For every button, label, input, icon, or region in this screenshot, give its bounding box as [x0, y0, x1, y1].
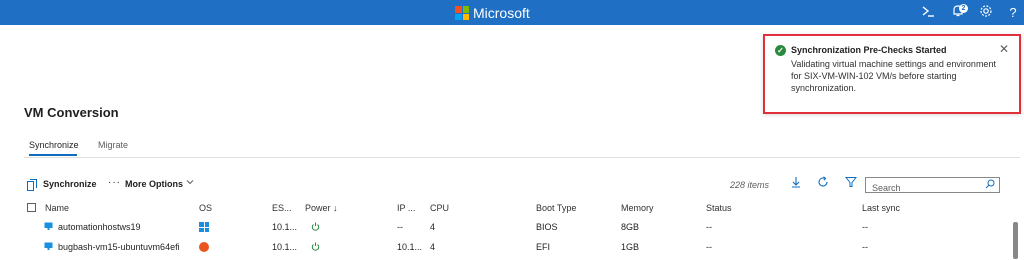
table-row[interactable]: automationhostws19 10.1... -- 4 BIOS 8GB… — [0, 218, 1024, 240]
settings-icon[interactable] — [977, 4, 995, 22]
boot-type: EFI — [536, 242, 551, 252]
vertical-scrollbar[interactable] — [1013, 222, 1018, 259]
selected-tab-indicator — [29, 154, 77, 156]
notifications-icon[interactable]: 2 — [949, 4, 968, 22]
microsoft-logo-icon — [455, 6, 469, 20]
column-header-status[interactable]: Status — [706, 203, 732, 213]
boot-type: BIOS — [536, 222, 558, 232]
close-icon[interactable]: ✕ — [999, 42, 1009, 56]
search-input[interactable] — [866, 181, 981, 195]
column-header-name[interactable]: Name — [45, 203, 69, 213]
cloud-shell-icon[interactable] — [919, 4, 937, 22]
toast-message: Validating virtual machine settings and … — [791, 59, 996, 93]
notification-count-badge: 2 — [959, 4, 968, 13]
synchronize-button[interactable]: Synchronize — [43, 179, 97, 189]
success-check-icon: ✓ — [775, 45, 786, 56]
table-row[interactable]: bugbash-vm15-ubuntuvm64efi 10.1... 10.1.… — [0, 238, 1024, 260]
more-options-button[interactable]: More Options — [125, 179, 183, 189]
toast-title: Synchronization Pre-Checks Started — [791, 45, 947, 55]
windows-icon — [199, 222, 209, 232]
cpu-count: 4 — [430, 222, 436, 232]
filter-icon[interactable] — [843, 176, 859, 192]
vm-name[interactable]: bugbash-vm15-ubuntuvm64efi — [58, 242, 180, 252]
last-sync: -- — [862, 242, 868, 252]
column-header-boot-type[interactable]: Boot Type — [536, 203, 576, 213]
brand-name: Microsoft — [473, 5, 530, 21]
power-state-icon — [311, 222, 320, 231]
last-sync: -- — [862, 222, 868, 232]
top-bar: Microsoft 2 ? — [0, 0, 1024, 25]
vm-name[interactable]: automationhostws19 — [58, 222, 141, 232]
column-header-cpu[interactable]: CPU — [430, 203, 449, 213]
search-box[interactable] — [865, 177, 1000, 195]
item-count: 228 items — [730, 180, 770, 190]
virtual-machine-icon — [44, 222, 53, 230]
tab-divider — [24, 157, 1020, 158]
memory: 1GB — [621, 242, 640, 252]
column-header-ip[interactable]: IP ... — [397, 203, 415, 213]
ip-address: 10.1... — [397, 242, 423, 252]
page-title: VM Conversion — [24, 105, 119, 120]
refresh-icon[interactable] — [815, 176, 831, 192]
memory: 8GB — [621, 222, 640, 232]
microsoft-logo[interactable]: Microsoft — [455, 5, 530, 21]
column-header-last-sync[interactable]: Last sync — [862, 203, 900, 213]
status: -- — [706, 242, 712, 252]
help-icon[interactable]: ? — [1004, 4, 1022, 22]
ubuntu-icon — [199, 242, 209, 252]
tab-synchronize[interactable]: Synchronize — [29, 140, 79, 150]
download-icon[interactable] — [788, 176, 804, 192]
cpu-count: 4 — [430, 242, 436, 252]
status: -- — [706, 222, 712, 232]
virtual-machine-icon — [44, 242, 53, 250]
synchronize-icon[interactable] — [27, 178, 37, 191]
tab-migrate[interactable]: Migrate — [98, 140, 128, 150]
esxi-host: 10.1... — [272, 222, 298, 232]
select-all-checkbox[interactable] — [27, 203, 36, 212]
ip-address: -- — [397, 222, 403, 232]
power-state-icon — [311, 242, 320, 251]
chevron-down-icon[interactable] — [186, 178, 194, 188]
column-header-esxi[interactable]: ES... — [272, 203, 292, 213]
notification-toast: ✓ Synchronization Pre-Checks Started Val… — [763, 34, 1021, 114]
search-icon[interactable] — [985, 179, 995, 189]
more-options-icon[interactable]: ··· — [108, 177, 121, 188]
esxi-host: 10.1... — [272, 242, 298, 252]
column-header-memory[interactable]: Memory — [621, 203, 654, 213]
column-header-power[interactable]: Power ↓ — [305, 203, 338, 213]
column-header-os[interactable]: OS — [199, 203, 212, 213]
